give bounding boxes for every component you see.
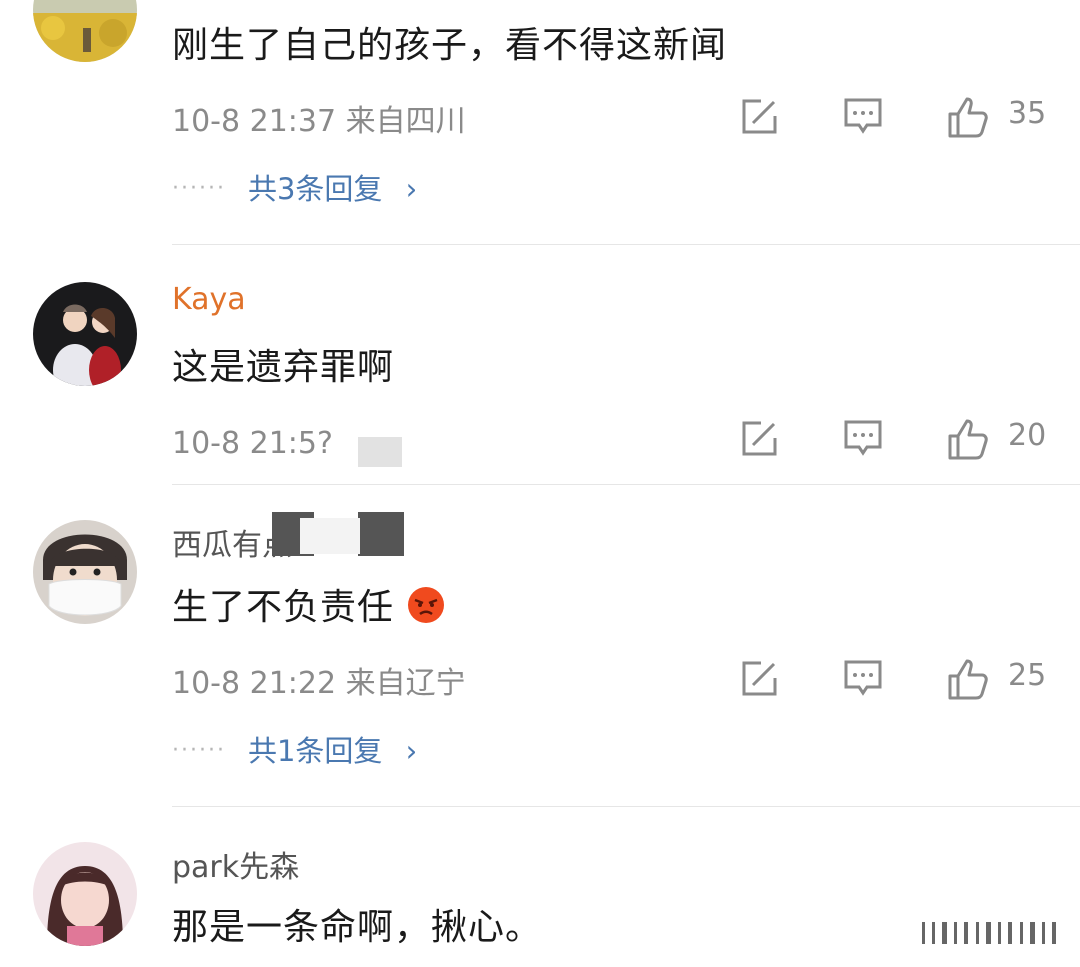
dots: ······ [172,738,226,763]
comment-icon[interactable] [843,97,883,137]
like-icon[interactable] [946,657,990,701]
chevron-right-icon: › [405,734,418,768]
like-icon[interactable] [946,95,990,139]
angry-emoji-icon [408,587,445,623]
divider [172,484,1080,485]
replies-label: 共1条回复 [247,734,383,768]
privacy-mask [252,278,407,320]
comment-text: 那是一条命啊，揪心。 [172,907,543,948]
chevron-right-icon: › [405,172,418,206]
replies-label: 共3条回复 [247,172,383,206]
avatar[interactable] [33,520,137,624]
comment-meta: 10-8 21:37 来自四川 [172,104,466,139]
like-count: 35 [1008,96,1047,131]
comment-text: 刚生了自己的孩子，看不得这新闻 [172,25,728,66]
repost-icon[interactable] [739,419,779,459]
like-icon[interactable] [946,417,990,461]
privacy-mask [358,437,402,467]
username[interactable]: Kaya [172,282,246,317]
comment-icon[interactable] [843,659,883,699]
repost-icon[interactable] [739,97,779,137]
watermark [922,918,1062,954]
avatar[interactable] [33,282,137,386]
dots: ······ [172,176,226,201]
divider [172,806,1080,807]
privacy-mask [358,512,404,556]
avatar[interactable] [33,842,137,946]
like-count: 25 [1008,658,1047,693]
divider [172,244,1080,245]
like-count: 20 [1008,418,1047,453]
comment-text: 生了不负责任 [172,578,446,630]
comment-text: 这是遗弃罪啊 [172,347,395,388]
replies-link[interactable]: ······ 共1条回复 › [172,728,417,770]
comment-meta: 10-8 21:22 来自辽宁 [172,666,466,701]
repost-icon[interactable] [739,659,779,699]
comment-text-body: 生了不负责任 [172,587,395,628]
replies-link[interactable]: ······ 共3条回复 › [172,166,417,208]
username[interactable]: park先森 [172,842,299,886]
privacy-mask [300,518,360,554]
comment-icon[interactable] [843,419,883,459]
avatar[interactable] [33,0,137,62]
